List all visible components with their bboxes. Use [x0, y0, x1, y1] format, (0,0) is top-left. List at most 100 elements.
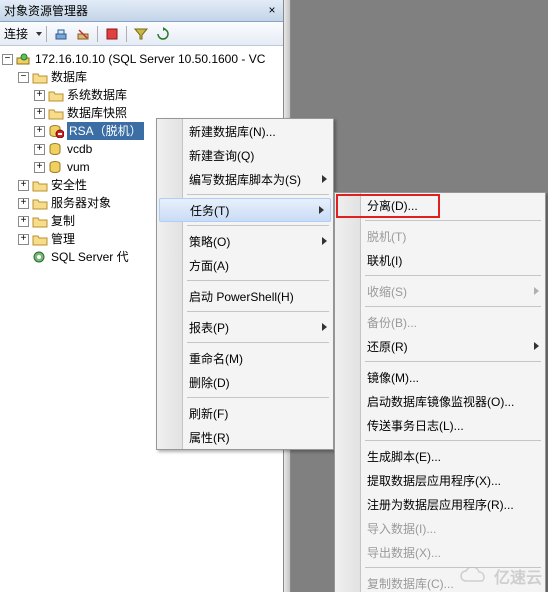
expand-icon[interactable]: + [34, 108, 45, 119]
expand-icon[interactable]: + [34, 126, 45, 137]
menu-label: 镜像(M)... [367, 369, 419, 386]
database-offline-icon [48, 124, 64, 138]
menu-gen-scripts[interactable]: 生成脚本(E)... [335, 444, 545, 468]
menu-online[interactable]: 联机(I) [335, 248, 545, 272]
menu-label: 删除(D) [189, 374, 230, 391]
submenu-arrow-icon [534, 287, 539, 295]
menu-backup[interactable]: 备份(B)... [335, 310, 545, 334]
database-icon [48, 160, 64, 174]
refresh-icon[interactable] [153, 25, 173, 43]
menu-label: 方面(A) [189, 257, 229, 274]
menu-separator [365, 220, 541, 221]
collapse-icon[interactable]: − [2, 54, 13, 65]
menu-new-database[interactable]: 新建数据库(N)... [157, 119, 333, 143]
submenu-arrow-icon [322, 175, 327, 183]
menu-label: 提取数据层应用程序(X)... [367, 472, 501, 489]
folder-icon [32, 70, 48, 84]
menu-register-dac[interactable]: 注册为数据层应用程序(R)... [335, 492, 545, 516]
menu-label: 分离(D)... [367, 197, 418, 214]
menu-start-powershell[interactable]: 启动 PowerShell(H) [157, 284, 333, 308]
menu-offline[interactable]: 脱机(T) [335, 224, 545, 248]
close-icon[interactable]: × [265, 4, 279, 18]
tree-label: 管理 [51, 230, 75, 248]
menu-mirror[interactable]: 镜像(M)... [335, 365, 545, 389]
menu-label: 启动 PowerShell(H) [189, 288, 294, 305]
menu-extract-dac[interactable]: 提取数据层应用程序(X)... [335, 468, 545, 492]
connect-label[interactable]: 连接 [4, 25, 28, 42]
menu-separator [365, 440, 541, 441]
tree-label: vum [67, 158, 90, 176]
app-root: 对象资源管理器 × 连接 [0, 0, 548, 592]
menu-label: 新建查询(Q) [189, 147, 254, 164]
connect-dropdown-icon[interactable] [36, 32, 42, 36]
menu-properties[interactable]: 属性(R) [157, 425, 333, 449]
toolbar-separator [46, 26, 47, 42]
menu-rename[interactable]: 重命名(M) [157, 346, 333, 370]
menu-launch-monitor[interactable]: 启动数据库镜像监视器(O)... [335, 389, 545, 413]
collapse-icon[interactable]: − [18, 72, 29, 83]
menu-tasks[interactable]: 任务(T) [159, 198, 331, 222]
submenu-arrow-icon [322, 237, 327, 245]
menu-label: 任务(T) [190, 202, 229, 219]
tree-label: RSA（脱机） [67, 122, 144, 140]
filter-icon[interactable] [131, 25, 151, 43]
menu-facets[interactable]: 方面(A) [157, 253, 333, 277]
menu-label: 编写数据库脚本为(S) [189, 171, 301, 188]
tree-node-sys-db[interactable]: + 系统数据库 [2, 86, 281, 104]
menu-label: 收缩(S) [367, 283, 407, 300]
menu-separator [187, 225, 329, 226]
menu-refresh[interactable]: 刷新(F) [157, 401, 333, 425]
expand-icon[interactable]: + [34, 90, 45, 101]
menu-label: 报表(P) [189, 319, 229, 336]
menu-label: 属性(R) [189, 429, 230, 446]
expand-icon[interactable]: + [34, 162, 45, 173]
menu-new-query[interactable]: 新建查询(Q) [157, 143, 333, 167]
menu-label: 导入数据(I)... [367, 520, 436, 537]
menu-ship-logs[interactable]: 传送事务日志(L)... [335, 413, 545, 437]
stop-icon[interactable] [102, 25, 122, 43]
menu-reports[interactable]: 报表(P) [157, 315, 333, 339]
sql-agent-icon [32, 250, 48, 264]
panel-title: 对象资源管理器 [4, 2, 265, 19]
menu-separator [365, 306, 541, 307]
menu-separator [365, 361, 541, 362]
menu-restore[interactable]: 还原(R) [335, 334, 545, 358]
menu-label: 新建数据库(N)... [189, 123, 276, 140]
folder-icon [48, 106, 64, 120]
expand-icon[interactable]: + [18, 198, 29, 209]
panel-titlebar: 对象资源管理器 × [0, 0, 283, 22]
tree-label: 系统数据库 [67, 86, 127, 104]
expand-icon[interactable]: + [18, 234, 29, 245]
menu-shrink[interactable]: 收缩(S) [335, 279, 545, 303]
submenu-arrow-icon [322, 323, 327, 331]
watermark: 亿速云 [458, 564, 542, 588]
menu-import-data[interactable]: 导入数据(I)... [335, 516, 545, 540]
menu-label: 生成脚本(E)... [367, 448, 441, 465]
tree-label: 数据库 [51, 68, 87, 86]
menu-delete[interactable]: 删除(D) [157, 370, 333, 394]
tree-label: 服务器对象 [51, 194, 111, 212]
folder-icon [32, 232, 48, 246]
toolbar-separator [97, 26, 98, 42]
folder-icon [32, 178, 48, 192]
tree-label: vcdb [67, 140, 92, 158]
toolbar: 连接 [0, 22, 283, 46]
menu-label: 还原(R) [367, 338, 408, 355]
menu-script-db-as[interactable]: 编写数据库脚本为(S) [157, 167, 333, 191]
menu-separator [187, 280, 329, 281]
folder-icon [32, 214, 48, 228]
disconnect-icon[interactable] [73, 25, 93, 43]
expand-icon[interactable]: + [18, 216, 29, 227]
menu-label: 导出数据(X)... [367, 544, 441, 561]
expand-icon[interactable]: + [18, 180, 29, 191]
folder-icon [32, 196, 48, 210]
tree-node-databases[interactable]: − 数据库 [2, 68, 281, 86]
expand-icon[interactable]: + [34, 144, 45, 155]
tree-node-server[interactable]: − 172.16.10.10 (SQL Server 10.50.1600 - … [2, 50, 281, 68]
connect-icon[interactable] [51, 25, 71, 43]
menu-export-data[interactable]: 导出数据(X)... [335, 540, 545, 564]
tree-label: 安全性 [51, 176, 87, 194]
menu-detach[interactable]: 分离(D)... [335, 193, 545, 217]
menu-policies[interactable]: 策略(O) [157, 229, 333, 253]
database-icon [48, 142, 64, 156]
